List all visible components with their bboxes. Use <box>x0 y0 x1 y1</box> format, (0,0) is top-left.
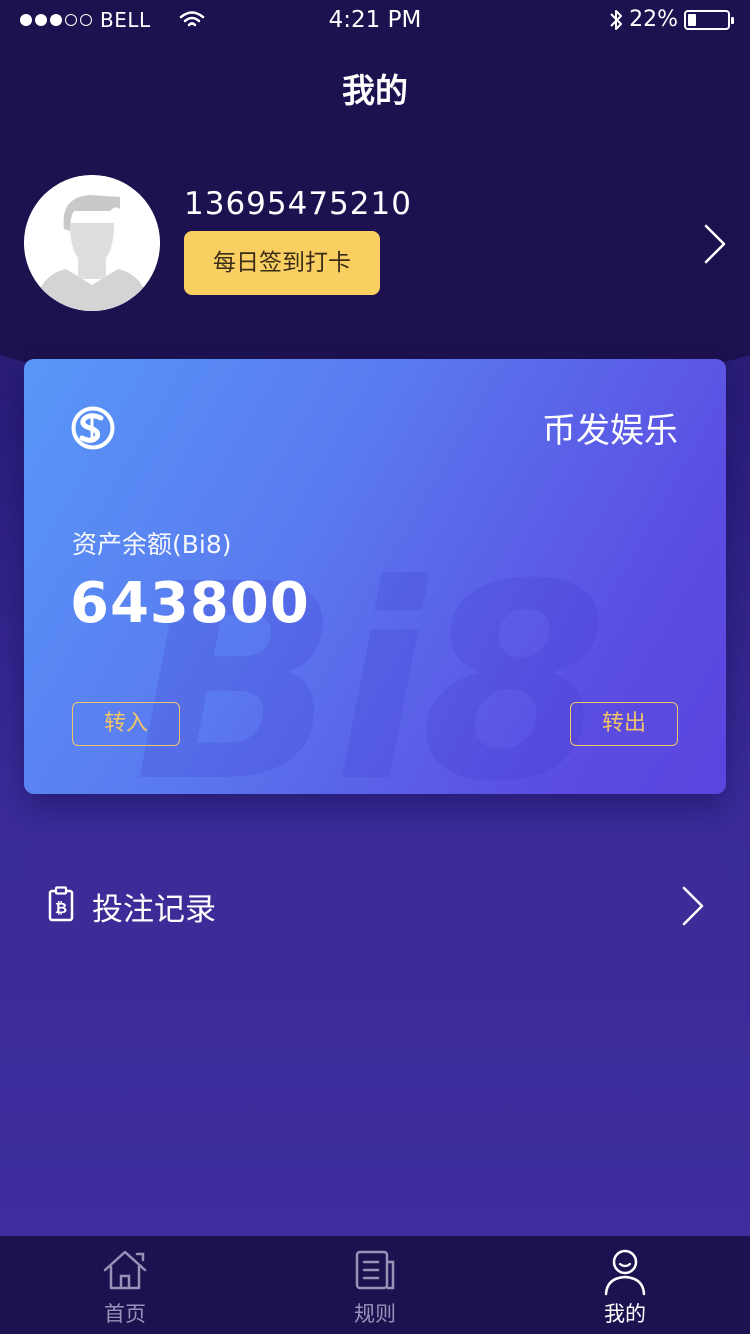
tab-mine-label: 我的 <box>604 1302 646 1326</box>
battery-icon <box>684 9 734 30</box>
home-icon <box>103 1250 147 1290</box>
document-icon <box>355 1250 395 1290</box>
chevron-right-icon <box>682 886 704 926</box>
balance-value: 643800 <box>70 571 310 636</box>
chevron-right-icon[interactable] <box>700 222 730 266</box>
battery-percent: 22% <box>629 7 678 32</box>
bet-record-label: 投注记录 <box>92 892 216 928</box>
my-page-screen: BELL 4:21 PM 22% 我的 13695475210 每日签到打卡 B… <box>0 0 750 1334</box>
balance-label: 资产余额(Bi8) <box>72 530 232 559</box>
bluetooth-icon <box>610 9 623 30</box>
tab-home-label: 首页 <box>104 1302 146 1326</box>
brand-s-logo-icon <box>71 406 115 450</box>
battery-level-fill <box>688 13 696 26</box>
tab-home[interactable]: 首页 <box>0 1236 250 1334</box>
bet-record-row[interactable]: ₿ 投注记录 <box>24 842 726 966</box>
status-bar: BELL 4:21 PM 22% <box>0 0 750 40</box>
brand-name: 币发娱乐 <box>542 411 678 451</box>
daily-checkin-button[interactable]: 每日签到打卡 <box>184 231 380 295</box>
asset-card: Bi8 币发娱乐 资产余额(Bi8) 643800 转入 转出 <box>24 359 726 794</box>
bottom-tab-bar: 首页 规则 我的 <box>0 1236 750 1334</box>
page-title: 我的 <box>342 71 408 110</box>
user-silhouette-icon <box>24 175 160 311</box>
transfer-in-button[interactable]: 转入 <box>72 702 180 746</box>
transfer-out-button[interactable]: 转出 <box>570 702 678 746</box>
tab-rules-label: 规则 <box>354 1302 396 1326</box>
user-phone-number: 13695475210 <box>184 186 412 222</box>
tab-mine[interactable]: 我的 <box>500 1236 750 1334</box>
avatar[interactable] <box>24 175 160 311</box>
status-right: 22% <box>609 7 734 32</box>
bitcoin-clipboard-icon: ₿ <box>48 886 74 922</box>
tab-rules[interactable]: 规则 <box>250 1236 500 1334</box>
svg-text:₿: ₿ <box>55 899 67 917</box>
person-icon <box>604 1249 646 1296</box>
